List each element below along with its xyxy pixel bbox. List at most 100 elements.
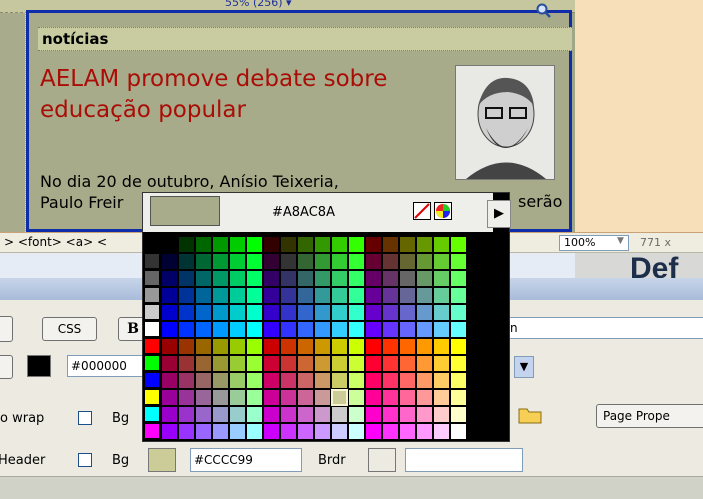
color-swatch[interactable] [433, 236, 450, 253]
color-swatch[interactable] [178, 270, 195, 287]
color-swatch[interactable] [365, 321, 382, 338]
color-swatch[interactable] [178, 423, 195, 440]
color-swatch[interactable] [161, 304, 178, 321]
border-color-field[interactable] [405, 448, 523, 472]
palette-menu-arrow[interactable]: ▶ [487, 200, 511, 228]
link-field[interactable]: n [506, 317, 703, 339]
color-swatch[interactable] [161, 236, 178, 253]
base-color-swatch[interactable] [144, 253, 160, 269]
color-swatch[interactable] [297, 423, 314, 440]
color-swatch[interactable] [399, 389, 416, 406]
color-swatch[interactable] [280, 423, 297, 440]
color-swatch[interactable] [416, 389, 433, 406]
color-swatch[interactable] [416, 304, 433, 321]
color-swatch[interactable] [348, 253, 365, 270]
color-swatch[interactable] [246, 321, 263, 338]
color-swatch[interactable] [229, 406, 246, 423]
color-swatch[interactable] [195, 304, 212, 321]
color-swatch[interactable] [433, 406, 450, 423]
color-swatch[interactable] [331, 423, 348, 440]
color-swatch[interactable] [195, 236, 212, 253]
css-button[interactable]: CSS [42, 317, 97, 341]
color-swatch[interactable] [450, 338, 467, 355]
color-swatch[interactable] [280, 321, 297, 338]
color-swatch[interactable] [331, 321, 348, 338]
color-swatch[interactable] [433, 355, 450, 372]
color-swatch[interactable] [348, 338, 365, 355]
color-swatch[interactable] [246, 287, 263, 304]
color-swatch[interactable] [416, 355, 433, 372]
color-swatch[interactable] [178, 321, 195, 338]
color-swatch[interactable] [246, 406, 263, 423]
color-swatch[interactable] [433, 270, 450, 287]
color-swatch[interactable] [433, 372, 450, 389]
color-swatch[interactable] [314, 287, 331, 304]
portrait-image[interactable] [455, 65, 555, 180]
color-wheel-icon[interactable] [434, 202, 452, 220]
page-properties-button[interactable]: Page Prope [596, 404, 703, 428]
color-swatch[interactable] [365, 355, 382, 372]
text-color-field[interactable]: #000000 [67, 355, 147, 377]
color-swatch[interactable] [314, 389, 331, 406]
color-swatch[interactable] [297, 355, 314, 372]
color-swatch[interactable] [212, 406, 229, 423]
base-color-swatch[interactable] [144, 270, 160, 286]
color-swatch[interactable] [212, 253, 229, 270]
color-swatch[interactable] [433, 287, 450, 304]
color-swatch[interactable] [229, 236, 246, 253]
color-swatch[interactable] [161, 372, 178, 389]
color-swatch[interactable] [263, 253, 280, 270]
color-swatch[interactable] [297, 389, 314, 406]
color-swatch[interactable] [348, 304, 365, 321]
color-swatch[interactable] [246, 355, 263, 372]
color-swatch[interactable] [331, 253, 348, 270]
color-swatch[interactable] [433, 253, 450, 270]
color-swatch[interactable] [450, 355, 467, 372]
color-swatch[interactable] [433, 389, 450, 406]
color-swatch[interactable] [450, 321, 467, 338]
color-swatch[interactable] [348, 236, 365, 253]
grayscale-column[interactable] [143, 236, 161, 440]
html-button[interactable] [0, 316, 13, 342]
color-swatch[interactable] [399, 338, 416, 355]
color-swatch[interactable] [365, 304, 382, 321]
color-swatch[interactable] [280, 270, 297, 287]
color-swatch[interactable] [365, 253, 382, 270]
base-color-swatch[interactable] [144, 338, 160, 354]
color-swatch[interactable] [348, 321, 365, 338]
color-swatch[interactable] [212, 355, 229, 372]
color-swatch[interactable] [280, 406, 297, 423]
color-swatch[interactable] [399, 270, 416, 287]
base-color-swatch[interactable] [144, 355, 160, 371]
color-swatch[interactable] [246, 423, 263, 440]
color-swatch[interactable] [280, 287, 297, 304]
color-swatch[interactable] [382, 372, 399, 389]
color-swatch-grid[interactable] [161, 236, 503, 440]
color-swatch[interactable] [161, 253, 178, 270]
color-swatch[interactable] [348, 406, 365, 423]
color-swatch[interactable] [331, 304, 348, 321]
color-swatch[interactable] [161, 321, 178, 338]
color-swatch[interactable] [450, 236, 467, 253]
color-swatch[interactable] [416, 372, 433, 389]
color-swatch[interactable] [382, 236, 399, 253]
color-swatch[interactable] [399, 406, 416, 423]
color-swatch[interactable] [399, 321, 416, 338]
color-swatch[interactable] [331, 372, 348, 389]
color-swatch[interactable] [195, 389, 212, 406]
color-swatch[interactable] [246, 304, 263, 321]
color-swatch[interactable] [348, 287, 365, 304]
color-swatch[interactable] [297, 338, 314, 355]
selected-color-swatch[interactable] [331, 389, 348, 406]
no-wrap-checkbox[interactable] [78, 411, 92, 425]
color-swatch[interactable] [212, 270, 229, 287]
color-swatch[interactable] [297, 287, 314, 304]
color-swatch[interactable] [382, 253, 399, 270]
color-swatch[interactable] [314, 423, 331, 440]
color-swatch[interactable] [178, 253, 195, 270]
base-color-swatch[interactable] [144, 389, 160, 405]
color-swatch[interactable] [161, 270, 178, 287]
color-swatch[interactable] [161, 287, 178, 304]
color-swatch[interactable] [433, 338, 450, 355]
color-swatch[interactable] [263, 287, 280, 304]
